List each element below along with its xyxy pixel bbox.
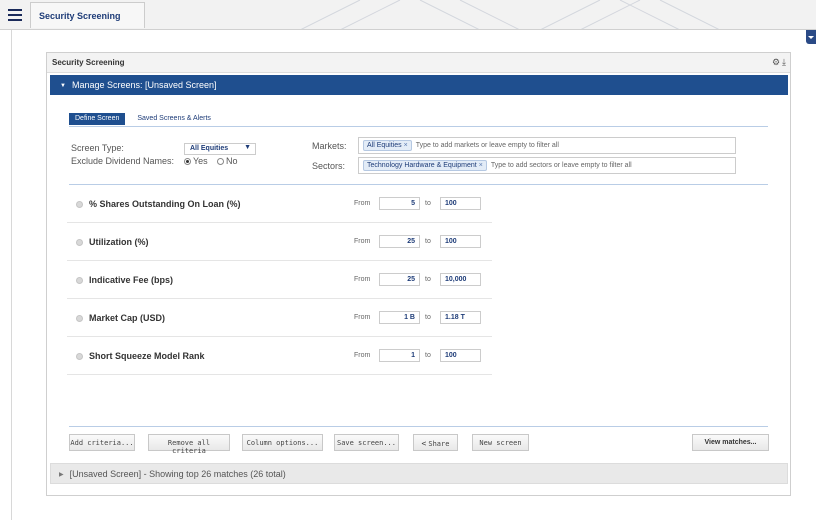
to-input[interactable]: 100 [440,349,481,362]
from-label: From [354,276,371,283]
to-input[interactable]: 100 [440,197,481,210]
share-icon: < [421,439,427,448]
panel-header: Security Screening ⚙ ⤓ [47,53,790,73]
criteria-name: Market Cap (USD) [89,313,166,323]
market-token[interactable]: All Equities × [363,140,412,151]
from-input[interactable]: 25 [379,273,420,286]
remove-all-criteria-button[interactable]: Remove all criteria [148,434,230,455]
to-label: to [425,352,431,359]
screening-panel: Security Screening ⚙ ⤓ ▼ Manage Screens: [… [46,52,791,496]
sectors-label: Sectors: [312,161,346,171]
dividend-yes-radio[interactable]: Yes [184,156,208,166]
from-label: From [354,352,371,359]
divider [69,184,768,185]
markets-input[interactable]: All Equities × Type to add markets or leav… [358,137,736,154]
remove-token-icon[interactable]: × [404,142,408,149]
caret-right-icon: ▶ [59,472,64,478]
from-label: From [354,314,371,321]
tab-saved-screens[interactable]: Saved Screens & Alerts [131,113,217,125]
caret-down-icon: ▼ [60,83,66,89]
to-label: to [425,314,431,321]
manage-screens-label: Manage Screens: [Unsaved Screen] [71,80,217,90]
new-screen-button[interactable]: New screen [472,434,529,451]
menu-icon[interactable] [8,9,22,21]
dividend-yes-label: Yes [193,156,208,166]
radio-selected-icon [184,158,191,165]
from-input[interactable]: 1 [379,349,420,362]
save-screen-button[interactable]: Save screen... [334,434,399,451]
panel-title: Security Screening [52,58,125,67]
radio-unselected-icon [217,158,224,165]
from-input[interactable]: 25 [379,235,420,248]
remove-criteria-icon[interactable] [76,353,83,360]
exclude-dividend-label: Exclude Dividend Names: [71,156,175,166]
dropdown-arrow-icon: ▼ [244,144,251,151]
top-bar: Security Screening [0,0,816,30]
criteria-name: Short Squeeze Model Rank [89,351,205,361]
remove-criteria-icon[interactable] [76,315,83,322]
chevron-down-icon[interactable] [806,30,816,44]
screen-type-label: Screen Type: [71,143,124,153]
dividend-no-radio[interactable]: No [217,156,238,166]
remove-criteria-icon[interactable] [76,277,83,284]
markets-placeholder: Type to add markets or leave empty to fi… [415,142,559,149]
divider [69,126,768,127]
screen-type-value: All Equities [190,145,229,152]
app-tab[interactable]: Security Screening [30,2,145,28]
decorative-pattern [300,0,720,29]
sectors-placeholder: Type to add sectors or leave empty to fi… [490,162,632,169]
criteria-row: Short Squeeze Model Rank From 1 to 100 [67,338,492,375]
sector-token[interactable]: Technology Hardware & Equipment × [363,160,487,171]
download-icon[interactable]: ⤓ [782,57,786,67]
from-input[interactable]: 1 B [379,311,420,324]
share-label: Share [428,440,450,448]
criteria-row: Market Cap (USD) From 1 B to 1.18 T [67,300,492,337]
screen-type-select[interactable]: All Equities ▼ [184,143,256,155]
panel-icons: ⚙ ⤓ [770,57,786,68]
from-label: From [354,200,371,207]
remove-criteria-icon[interactable] [76,239,83,246]
to-label: to [425,200,431,207]
criteria-row: Utilization (%) From 25 to 100 [67,224,492,261]
criteria-row: Indicative Fee (bps) From 25 to 10,000 [67,262,492,299]
market-token-label: All Equities [367,142,402,149]
markets-label: Markets: [312,141,347,151]
manage-screens-bar[interactable]: ▼ Manage Screens: [Unsaved Screen] [50,75,788,95]
to-input[interactable]: 10,000 [440,273,481,286]
add-criteria-button[interactable]: Add criteria... [69,434,135,451]
from-label: From [354,238,371,245]
dividend-no-label: No [226,156,238,166]
results-bar[interactable]: ▶ [Unsaved Screen] - Showing top 26 match… [50,463,788,484]
criteria-name: Utilization (%) [89,237,149,247]
share-button[interactable]: < Share [413,434,458,451]
criteria-name: % Shares Outstanding On Loan (%) [89,199,241,209]
criteria-name: Indicative Fee (bps) [89,275,174,285]
gear-icon[interactable]: ⚙ [772,57,780,67]
divider [11,30,12,520]
remove-criteria-icon[interactable] [76,201,83,208]
column-options-button[interactable]: Column options... [242,434,323,451]
divider [69,426,768,427]
to-label: to [425,238,431,245]
from-input[interactable]: 5 [379,197,420,210]
tab-define-screen[interactable]: Define Screen [69,113,126,125]
to-input[interactable]: 1.18 T [440,311,481,324]
criteria-row: % Shares Outstanding On Loan (%) From 5 … [67,186,492,223]
screen-tabs: Define Screen Saved Screens & Alerts [69,107,223,125]
to-label: to [425,276,431,283]
remove-token-icon[interactable]: × [479,162,483,169]
to-input[interactable]: 100 [440,235,481,248]
sector-token-label: Technology Hardware & Equipment [367,162,477,169]
view-matches-button[interactable]: View matches... [692,434,769,451]
sectors-input[interactable]: Technology Hardware & Equipment × Type to … [358,157,736,174]
results-label: [Unsaved Screen] - Showing top 26 matche… [69,469,286,479]
